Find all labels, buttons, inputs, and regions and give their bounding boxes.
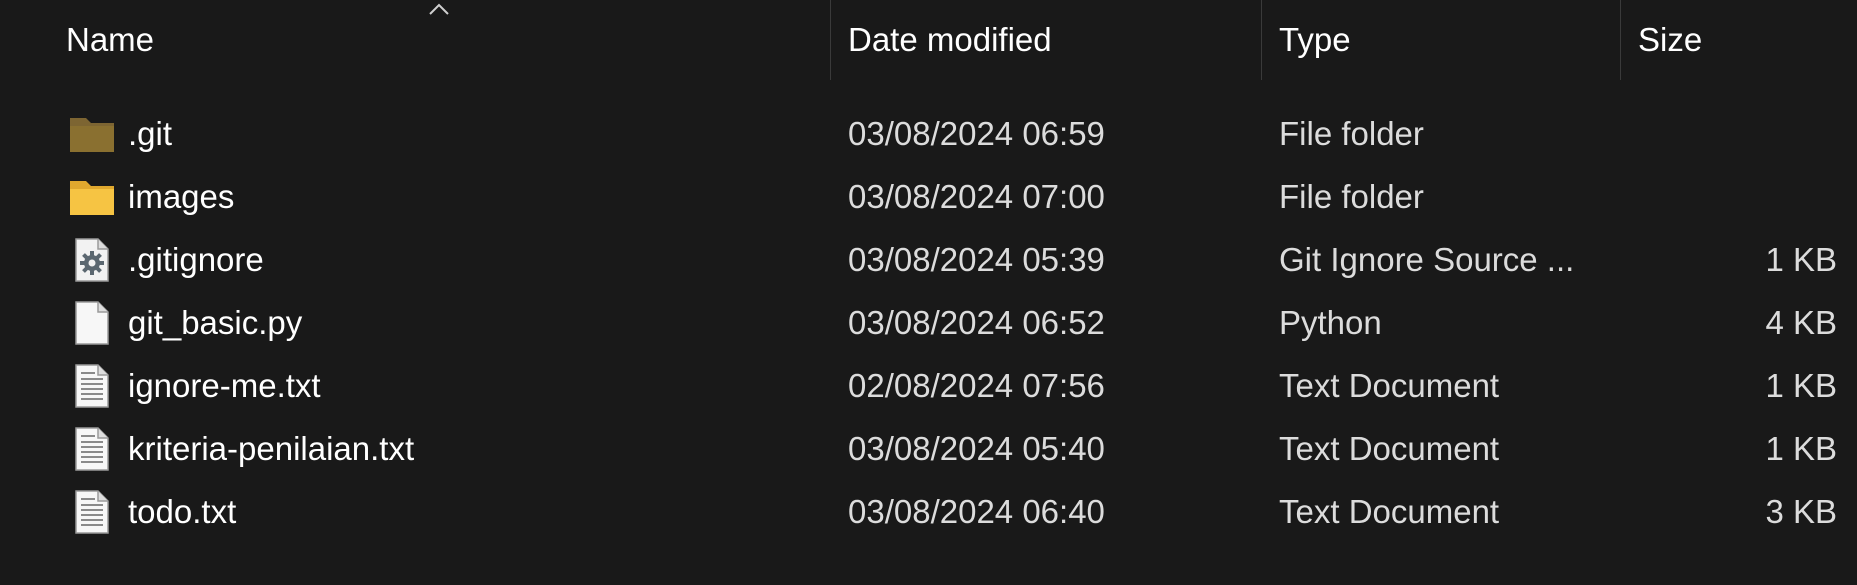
file-list-pane: Name Date modified Type Size .git 03/08/… — [0, 0, 1857, 585]
sort-up-chevron-icon — [429, 3, 449, 15]
file-type: Git Ignore Source ... — [1279, 241, 1575, 278]
file-type: Text Document — [1279, 493, 1500, 530]
text-file-icon — [75, 490, 109, 534]
file-date: 03/08/2024 07:00 — [848, 178, 1105, 215]
text-file-icon — [75, 427, 109, 471]
file-date: 03/08/2024 05:39 — [848, 241, 1105, 278]
file-type: File folder — [1279, 178, 1424, 215]
file-row[interactable]: git_basic.py 03/08/2024 06:52 Python 4 K… — [0, 291, 1857, 354]
column-header-name[interactable]: Name — [0, 0, 830, 80]
file-type: Text Document — [1279, 367, 1500, 404]
column-header-size[interactable]: Size — [1621, 0, 1857, 80]
file-row[interactable]: .gitignore 03/08/2024 05:39 Git Ignore S… — [0, 228, 1857, 291]
file-date: 03/08/2024 06:59 — [848, 115, 1105, 152]
file-name: images — [128, 178, 235, 215]
column-header-bar: Name Date modified Type Size — [0, 0, 1857, 80]
file-name: .gitignore — [128, 241, 264, 278]
folder-icon — [70, 181, 114, 215]
file-row[interactable]: .git 03/08/2024 06:59 File folder — [0, 102, 1857, 165]
text-file-icon — [75, 364, 109, 408]
file-row[interactable]: todo.txt 03/08/2024 06:40 Text Document … — [0, 480, 1857, 543]
file-name: todo.txt — [128, 493, 237, 530]
column-header-type[interactable]: Type — [1262, 0, 1620, 80]
file-size: 1 KB — [1765, 430, 1837, 467]
file-list: .git 03/08/2024 06:59 File folder images… — [0, 102, 1857, 543]
column-header-date-label: Date modified — [848, 21, 1052, 58]
blank-file-icon — [75, 301, 109, 345]
file-name: git_basic.py — [128, 304, 303, 341]
settings-file-icon — [75, 238, 109, 282]
file-size: 1 KB — [1765, 367, 1837, 404]
file-name: ignore-me.txt — [128, 367, 321, 404]
file-date: 03/08/2024 06:52 — [848, 304, 1105, 341]
file-size: 3 KB — [1765, 493, 1837, 530]
folder-dimmed-icon — [70, 118, 114, 152]
file-date: 03/08/2024 05:40 — [848, 430, 1105, 467]
file-row[interactable]: images 03/08/2024 07:00 File folder — [0, 165, 1857, 228]
file-type: Python — [1279, 304, 1382, 341]
file-row[interactable]: ignore-me.txt 02/08/2024 07:56 Text Docu… — [0, 354, 1857, 417]
file-type: Text Document — [1279, 430, 1500, 467]
file-name: kriteria-penilaian.txt — [128, 430, 415, 467]
column-header-size-label: Size — [1638, 21, 1703, 58]
file-date: 02/08/2024 07:56 — [848, 367, 1105, 404]
column-header-date[interactable]: Date modified — [831, 0, 1261, 80]
file-row[interactable]: kriteria-penilaian.txt 03/08/2024 05:40 … — [0, 417, 1857, 480]
file-type: File folder — [1279, 115, 1424, 152]
file-size: 4 KB — [1765, 304, 1837, 341]
file-size: 1 KB — [1765, 241, 1837, 278]
column-header-type-label: Type — [1279, 21, 1351, 58]
file-name: .git — [128, 115, 173, 152]
file-date: 03/08/2024 06:40 — [848, 493, 1105, 530]
column-header-name-label: Name — [66, 21, 155, 58]
